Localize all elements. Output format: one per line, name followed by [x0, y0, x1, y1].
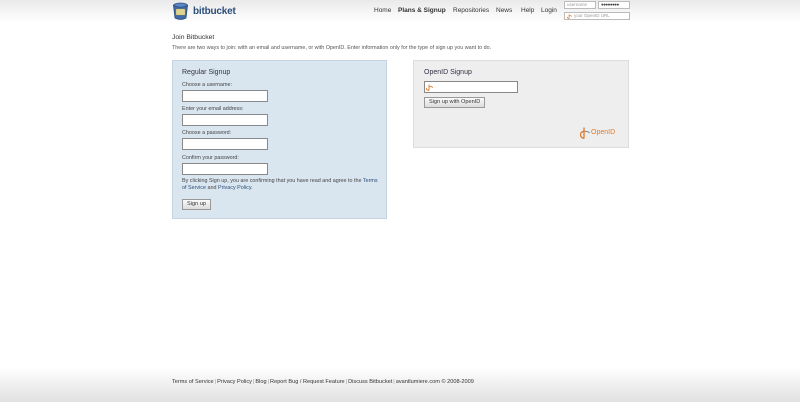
confirm-password-label: Confirm your password: [182, 155, 239, 161]
password-label: Choose a password: [182, 130, 232, 136]
sign-up-button[interactable]: Sign up [182, 199, 211, 210]
sign-up-with-openid-button[interactable]: Sign up with OpenID [424, 97, 486, 108]
header-username-input[interactable]: username [564, 1, 596, 9]
footer-blog-link[interactable]: Blog [255, 379, 266, 385]
username-label: Choose a username: [182, 82, 233, 88]
password-input[interactable] [182, 138, 268, 150]
footer-privacy-link[interactable]: Privacy Policy [217, 379, 252, 385]
footer-separator: | [393, 379, 395, 385]
openid-icon [567, 14, 572, 19]
openid-url-input[interactable] [424, 81, 518, 93]
page-intro: There are two ways to join: with an emai… [172, 45, 492, 51]
site-footer: Terms of Service|Privacy Policy|Blog|Rep… [0, 368, 800, 402]
header-login-box: username ●●●●●●●● your OpenID URL [564, 1, 630, 22]
openid-signup-heading: OpenID Signup [424, 69, 472, 76]
terms-end: . [251, 185, 253, 191]
header-password-input[interactable]: ●●●●●●●● [598, 1, 630, 9]
footer-terms-link[interactable]: Terms of Service [172, 379, 214, 385]
openid-icon [426, 84, 433, 91]
terms-notice: By clicking Sign up, you are confirming … [182, 178, 382, 192]
nav-plans-signup[interactable]: Plans & Signup [398, 7, 446, 14]
main-nav: Home Plans & Signup Repositories News He… [0, 7, 800, 17]
confirm-password-input[interactable] [182, 163, 268, 175]
terms-and: and [207, 185, 217, 191]
email-label: Enter your email address: [182, 106, 244, 112]
site-header: bitbucket Home Plans & Signup Repositori… [0, 0, 800, 24]
openid-logo-text: OpenID [591, 129, 616, 136]
openid-signup-panel: OpenID Signup Sign up with OpenID OpenID [413, 60, 629, 148]
footer-separator: | [345, 379, 348, 385]
footer-separator: | [267, 379, 270, 385]
nav-news[interactable]: News [496, 7, 512, 14]
username-input[interactable] [182, 90, 268, 102]
regular-signup-heading: Regular Signup [182, 69, 231, 76]
nav-home[interactable]: Home [374, 7, 391, 14]
privacy-policy-link[interactable]: Privacy Policy [218, 185, 251, 191]
email-input[interactable] [182, 114, 268, 126]
nav-login[interactable]: Login [541, 7, 557, 14]
openid-logo: OpenID [580, 127, 622, 139]
footer-copyright: avantlumiere.com © 2008-2009 [395, 379, 474, 385]
footer-links: Terms of Service|Privacy Policy|Blog|Rep… [172, 379, 474, 385]
header-openid-placeholder: your OpenID URL [574, 13, 610, 18]
footer-separator: | [214, 379, 217, 385]
footer-report-bug-link[interactable]: Report Bug / Request Feature [270, 379, 345, 385]
header-openid-input[interactable]: your OpenID URL [564, 12, 630, 20]
regular-signup-panel: Regular Signup Choose a username: Enter … [172, 60, 387, 219]
page-title: Join Bitbucket [172, 34, 215, 41]
nav-help[interactable]: Help [521, 7, 534, 14]
terms-prefix: By clicking Sign up, you are confirming … [182, 178, 362, 184]
nav-repositories[interactable]: Repositories [453, 7, 489, 14]
openid-logo-icon [580, 127, 590, 139]
footer-discuss-link[interactable]: Discuss Bitbucket [348, 379, 392, 385]
